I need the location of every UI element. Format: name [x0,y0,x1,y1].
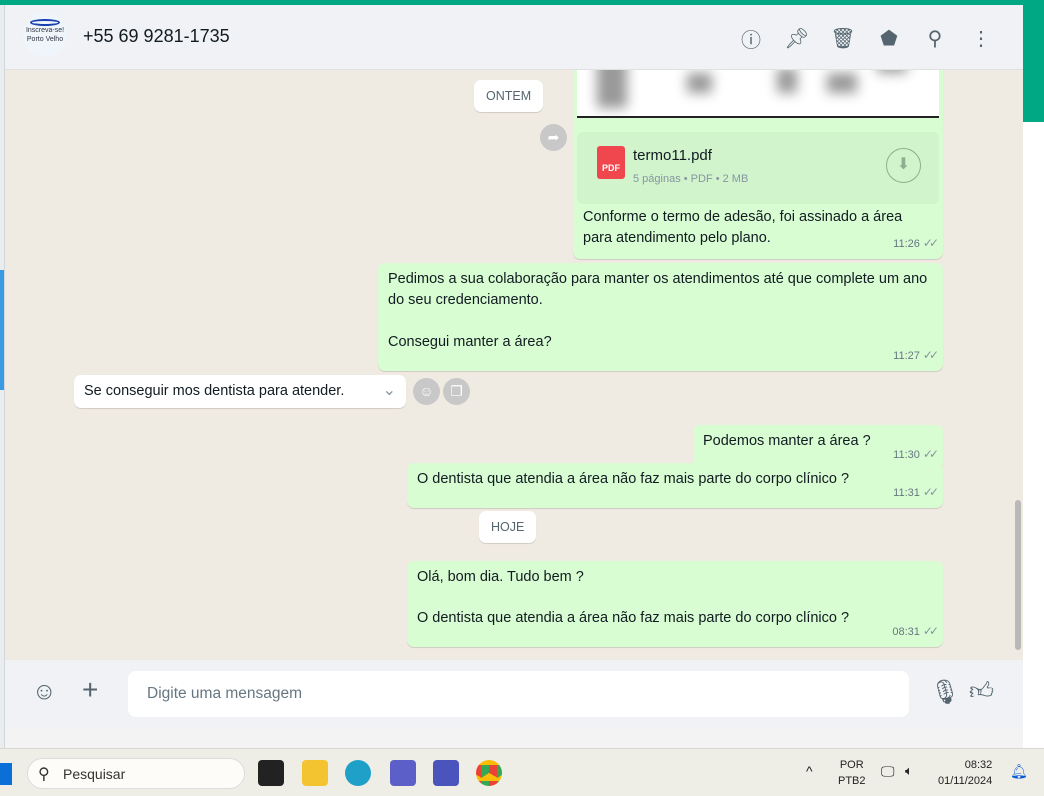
message: Olá, bom dia. Tudo bem ? O dentista que … [407,561,943,647]
message-text: Pedimos a sua colaboração para manter os… [388,271,928,308]
search-icon: ⚲ [38,766,50,783]
search-label: Pesquisar [63,766,126,782]
notification-bell-icon[interactable]: 🔔︎ [1010,763,1028,779]
chat-area: ONTEM ➦ PDF termo11.pdf 5 páginas • PDF … [5,70,1023,660]
file-attachment[interactable]: PDF termo11.pdf 5 páginas • PDF • 2 MB ⬇ [577,132,939,204]
volume-icon[interactable]: 🔈︎ [905,763,913,779]
windows-start-icon[interactable] [0,763,12,785]
pdf-icon: PDF [597,146,625,179]
double-check-icon: ✓✓ [922,348,939,362]
file-explorer-icon[interactable] [302,760,328,786]
chevron-down-icon[interactable]: ⌄ [383,380,396,401]
copy-icon[interactable]: ❐ [443,378,470,405]
message-file: PDF termo11.pdf 5 páginas • PDF • 2 MB ⬇… [573,70,943,259]
file-info: 5 páginas • PDF • 2 MB [633,173,749,185]
scrollbar[interactable] [1015,500,1021,650]
left-panel-highlight [0,270,4,390]
plus-icon[interactable]: + [82,674,98,706]
message-text: Se conseguir mos dentista para atender. [84,383,345,399]
language-indicator[interactable]: POR PTB2 [838,757,866,789]
background-strip [1023,122,1044,748]
message-text: Consegui manter a área? [388,334,552,350]
message-time: 11:26 [893,238,920,250]
teams-icon[interactable] [390,760,416,786]
taskbar-search[interactable]: ⚲ Pesquisar [27,758,245,789]
date: 01/11/2024 [938,775,993,787]
message: O dentista que atendia a área não faz ma… [407,463,943,508]
clock[interactable]: 08:32 01/11/2024 [938,757,992,789]
search-icon[interactable]: ⚲ [921,24,949,52]
logo [30,19,60,26]
pin-icon[interactable]: 📌︎ [783,24,811,52]
forward-icon[interactable]: ➦ [540,124,567,151]
chat-header: Inscreva-se! Porto Velho +55 69 9281-1735… [5,5,1023,70]
message-time: 11:27 [893,350,920,362]
message-incoming: Se conseguir mos dentista para atender. … [74,375,406,408]
chrome-icon[interactable] [476,760,502,786]
teams-work-icon[interactable] [433,760,459,786]
composer: ☺ + Digite uma mensagem 🎙︎ 👍︎ [5,660,1023,728]
message-time: 11:31 [893,487,920,499]
message: Pedimos a sua colaboração para manter os… [378,263,943,371]
language: POR [839,759,864,771]
emoji-icon[interactable]: ☺ [32,678,57,706]
time: 08:32 [964,759,993,771]
edge-icon[interactable] [345,760,371,786]
keyboard-layout: PTB2 [838,775,866,787]
tray-chevron-icon[interactable]: ^ [806,763,813,779]
double-check-icon: ✓✓ [922,624,939,638]
double-check-icon: ✓✓ [922,236,939,250]
avatar[interactable]: Inscreva-se! Porto Velho [23,13,67,57]
info-icon[interactable]: ⓘ [737,24,765,52]
contact-name[interactable]: +55 69 9281-1735 [83,26,230,47]
network-icon[interactable]: 🖵︎ [881,763,895,779]
download-icon[interactable]: ⬇ [886,148,921,183]
task-view-icon[interactable] [258,760,284,786]
delete-icon[interactable]: 🗑︎ [829,24,857,52]
message-input[interactable]: Digite uma mensagem [128,671,909,717]
message-time: 08:31 [892,626,920,638]
thumbs-up-icon[interactable]: 👍︎ [969,678,994,706]
emoji-reaction-icon[interactable]: ☺ [413,378,440,405]
menu-icon[interactable]: ⋮ [967,24,995,52]
pdf-preview[interactable] [577,70,939,118]
microphone-icon[interactable]: 🎙︎ [930,678,960,707]
date-divider-yesterday: ONTEM [474,80,544,112]
message-text: Olá, bom dia. Tudo bem ? [417,569,584,585]
message-text: Podemos manter a área ? [703,433,871,449]
double-check-icon: ✓✓ [922,485,939,499]
file-name: termo11.pdf [633,147,712,164]
date-divider-today: HOJE [479,511,537,543]
avatar-location: Porto Velho [26,36,64,43]
background-strip [1023,0,1044,122]
double-check-icon: ✓✓ [922,447,939,461]
taskbar: ⚲ Pesquisar ^ POR PTB2 🖵︎ 🔈︎ 08:32 01/11/20… [0,748,1044,796]
message-text: O dentista que atendia a área não faz ma… [417,610,850,626]
message-text: O dentista que atendia a área não faz ma… [417,471,850,487]
avatar-text: Inscreva-se! [25,27,65,34]
label-icon[interactable]: ⬟ [875,24,903,52]
message-time: 11:30 [893,449,920,461]
message-text: Conforme o termo de adesão, foi assinado… [583,209,903,246]
